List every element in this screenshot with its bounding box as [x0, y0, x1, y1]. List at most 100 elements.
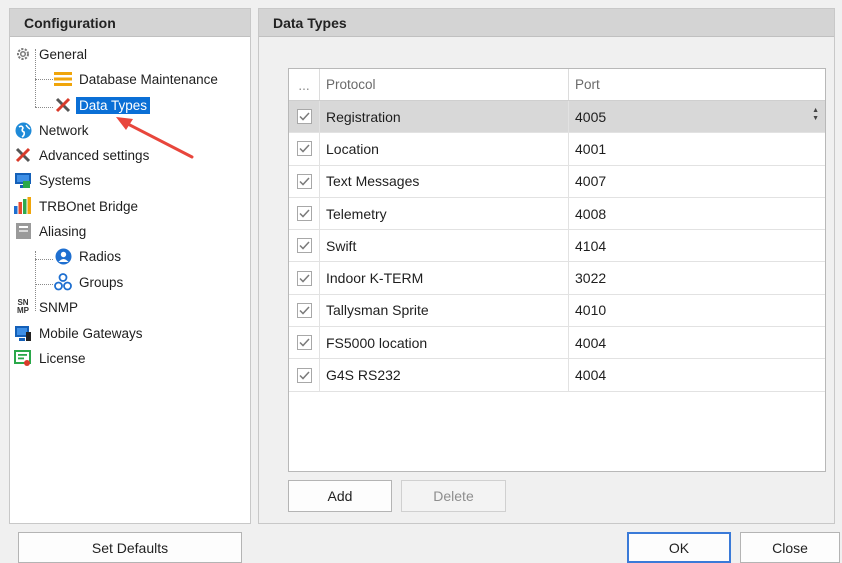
table-row[interactable]: Tallysman Sprite 4010: [289, 294, 825, 328]
table-row[interactable]: Indoor K-TERM 3022: [289, 262, 825, 295]
tree-item-radios[interactable]: Radios: [54, 245, 124, 267]
tree-item-label: General: [39, 46, 88, 62]
column-header-port[interactable]: Port: [569, 69, 825, 100]
enabled-checkbox[interactable]: [296, 173, 312, 189]
protocol-cell[interactable]: Location: [320, 133, 569, 165]
port-value: 4005: [575, 108, 607, 125]
tree-item-label: Data Types: [76, 96, 151, 114]
row-checkbox-cell: [289, 294, 320, 327]
tree-item-label: Database Maintenance: [79, 71, 218, 87]
snmp-icon: SN MP: [14, 298, 32, 316]
tree-connector: [35, 284, 53, 285]
protocol-cell[interactable]: Telemetry: [320, 197, 569, 230]
set-defaults-button[interactable]: Set Defaults: [18, 532, 242, 563]
protocol-cell[interactable]: Text Messages: [320, 165, 569, 197]
tree-item-mobile-gateways[interactable]: Mobile Gateways: [14, 322, 146, 344]
enabled-checkbox[interactable]: [296, 206, 312, 222]
enabled-checkbox[interactable]: [296, 238, 312, 254]
database-icon: [54, 70, 72, 88]
license-icon: [14, 349, 32, 367]
tree-item-systems[interactable]: Systems: [14, 169, 94, 191]
column-header-select[interactable]: ...: [289, 69, 320, 100]
column-header-protocol[interactable]: Protocol: [320, 69, 569, 100]
row-checkbox-cell: [289, 133, 320, 165]
port-cell[interactable]: 4008: [569, 198, 825, 229]
row-checkbox-cell: [289, 359, 320, 391]
row-checkbox-cell: [289, 327, 320, 359]
table-row[interactable]: Telemetry 4008: [289, 197, 825, 231]
user-icon: [54, 247, 72, 265]
snmp-icon-text-bottom: MP: [17, 306, 29, 315]
close-button[interactable]: Close: [740, 532, 840, 563]
tree-item-label: Groups: [79, 274, 124, 290]
mobile-gateway-icon: [14, 324, 32, 342]
enabled-checkbox[interactable]: [296, 270, 312, 286]
enabled-checkbox[interactable]: [296, 367, 312, 383]
row-checkbox-cell: [289, 165, 320, 197]
gear-icon: [14, 45, 32, 63]
port-cell[interactable]: 4007: [569, 166, 825, 197]
tree-connector: [35, 79, 53, 80]
table-row[interactable]: Registration 4005 ▲ ▼: [289, 101, 825, 134]
tree-item-label: Aliasing: [39, 223, 87, 239]
table-row[interactable]: Location 4001: [289, 133, 825, 166]
tree-connector: [35, 107, 53, 108]
tree-item-groups[interactable]: Groups: [54, 271, 126, 293]
data-types-header: Data Types: [259, 9, 834, 37]
port-cell[interactable]: 4010: [569, 295, 825, 326]
tree-item-data-types[interactable]: Data Types: [54, 94, 151, 116]
tree-item-label: License: [39, 350, 86, 366]
port-cell[interactable]: 4004: [569, 327, 825, 358]
protocol-cell[interactable]: G4S RS232: [320, 359, 569, 391]
globe-icon: [14, 121, 32, 139]
port-cell[interactable]: 4104: [569, 230, 825, 261]
tools-icon: [14, 146, 32, 164]
port-cell[interactable]: 4005 ▲ ▼: [569, 101, 825, 132]
protocol-cell[interactable]: Indoor K-TERM: [320, 262, 569, 294]
tools-icon: [54, 96, 72, 114]
grid-header: ... Protocol Port: [289, 69, 825, 101]
port-value: 4001: [575, 140, 607, 157]
protocol-cell[interactable]: Swift: [320, 230, 569, 262]
delete-button[interactable]: Delete: [401, 480, 506, 512]
tree-item-trbonet-bridge[interactable]: TRBOnet Bridge: [14, 195, 141, 217]
tree-item-database-maintenance[interactable]: Database Maintenance: [54, 68, 221, 90]
row-checkbox-cell: [289, 197, 320, 230]
port-value: 3022: [575, 270, 607, 287]
tree-item-label: TRBOnet Bridge: [39, 198, 139, 214]
configuration-header: Configuration: [10, 9, 250, 37]
table-row[interactable]: Swift 4104: [289, 230, 825, 263]
table-row[interactable]: Text Messages 4007: [289, 165, 825, 198]
bars-icon: [14, 197, 32, 215]
tree-connector: [35, 259, 53, 260]
tree-item-label: Mobile Gateways: [39, 325, 143, 341]
enabled-checkbox[interactable]: [296, 335, 312, 351]
protocol-cell[interactable]: Tallysman Sprite: [320, 294, 569, 327]
tree-item-snmp[interactable]: SN MP SNMP: [14, 296, 81, 318]
port-cell[interactable]: 3022: [569, 262, 825, 293]
table-row[interactable]: FS5000 location 4004: [289, 327, 825, 360]
tree-item-general[interactable]: General: [14, 43, 90, 65]
enabled-checkbox[interactable]: [296, 109, 312, 125]
monitor-icon: [14, 171, 32, 189]
port-cell[interactable]: 4004: [569, 359, 825, 390]
port-spinner-icon[interactable]: ▲ ▼: [812, 107, 819, 123]
tree-item-advanced-settings[interactable]: Advanced settings: [14, 144, 152, 166]
enabled-checkbox[interactable]: [296, 141, 312, 157]
row-checkbox-cell: [289, 101, 320, 133]
enabled-checkbox[interactable]: [296, 302, 312, 318]
aliasing-icon: [14, 222, 32, 240]
tree-item-network[interactable]: Network: [14, 119, 92, 141]
grid-body: Registration 4005 ▲ ▼ Location 4001 Text Messa…: [289, 101, 825, 392]
port-value: 4004: [575, 367, 607, 384]
tree-item-aliasing[interactable]: Aliasing: [14, 220, 89, 242]
data-types-grid[interactable]: ... Protocol Port Registration 4005 ▲ ▼ Loca…: [288, 68, 826, 472]
tree-item-license[interactable]: License: [14, 347, 89, 369]
table-row[interactable]: G4S RS232 4004: [289, 359, 825, 392]
port-cell[interactable]: 4001: [569, 133, 825, 164]
tree-item-label: SNMP: [39, 299, 79, 315]
protocol-cell[interactable]: FS5000 location: [320, 327, 569, 359]
add-button[interactable]: Add: [288, 480, 392, 512]
protocol-cell[interactable]: Registration: [320, 101, 569, 133]
ok-button[interactable]: OK: [627, 532, 731, 563]
